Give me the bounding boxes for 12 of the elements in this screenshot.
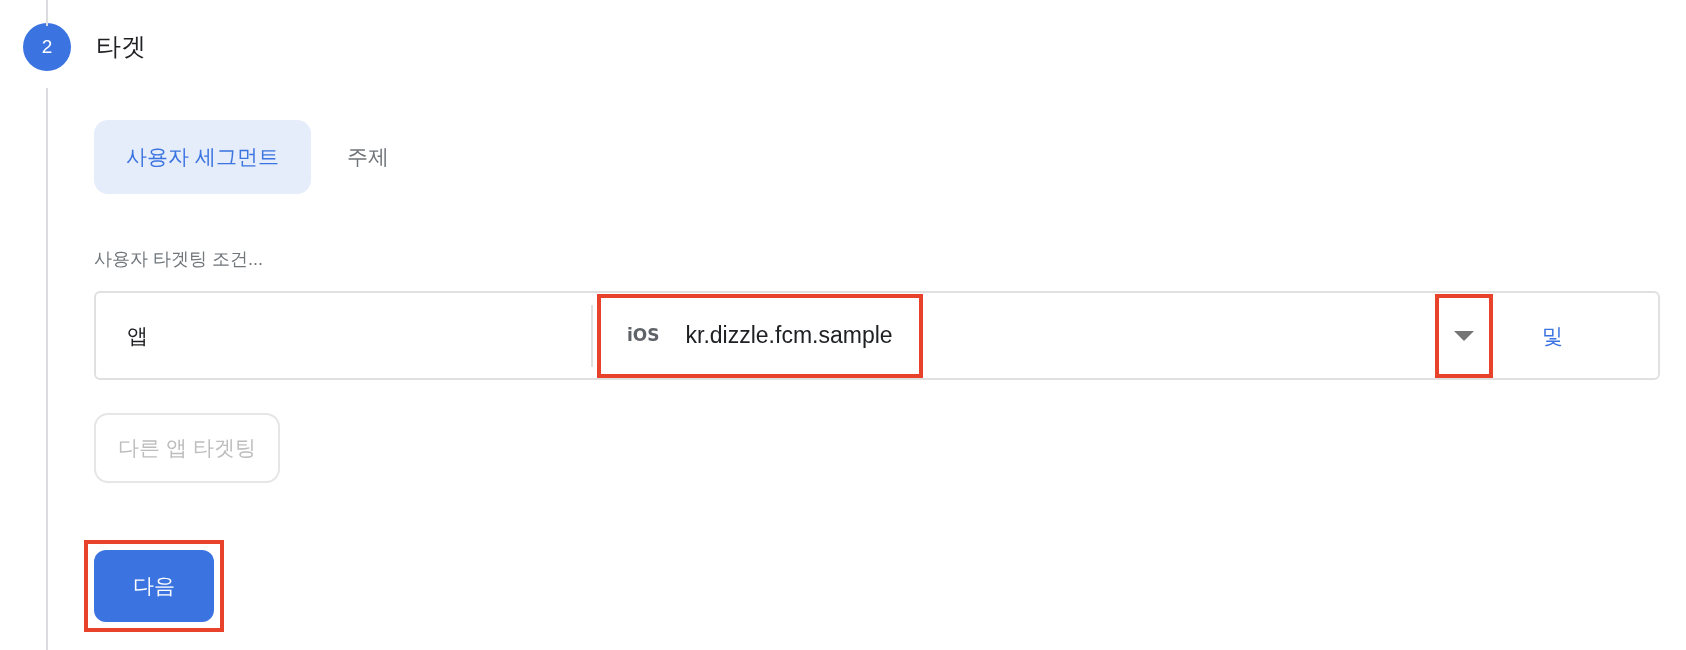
- step-number: 2: [23, 23, 71, 71]
- condition-field[interactable]: 앱: [127, 319, 587, 352]
- tab[interactable]: 사용자 세그먼트: [94, 120, 311, 194]
- tab[interactable]: 주제: [314, 120, 421, 194]
- step-title: 타겟: [96, 31, 146, 63]
- dropdown-caret-icon[interactable]: [1454, 330, 1474, 341]
- targeting-label: 사용자 타겟팅 조건...: [94, 248, 264, 271]
- next-button[interactable]: 다음: [94, 550, 214, 622]
- app-name[interactable]: kr.dizzle.fcm.sample: [685, 318, 893, 353]
- platform-label: iOS: [627, 323, 660, 347]
- other-app-button: 다른 앱 타겟팅: [94, 413, 280, 483]
- and-link[interactable]: 및: [1542, 319, 1563, 352]
